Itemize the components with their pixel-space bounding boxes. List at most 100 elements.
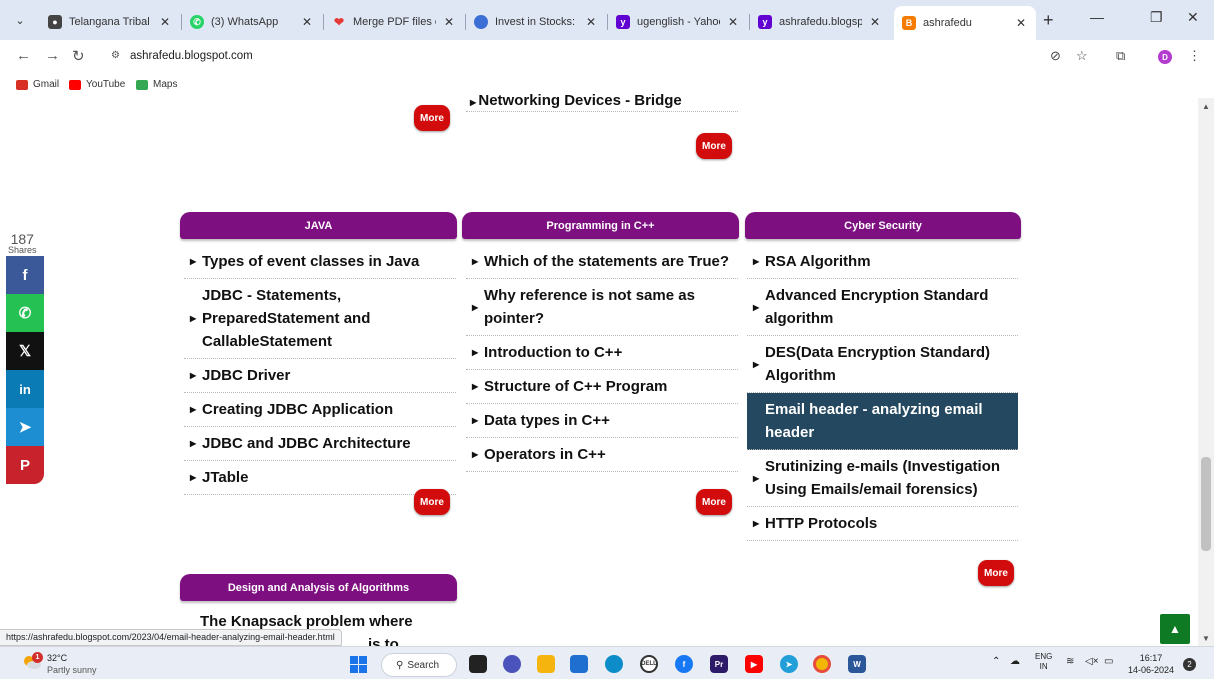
list-item[interactable]: ▶ Why reference is not same as pointer? (466, 279, 738, 336)
post-title[interactable]: Advanced Encryption Standard algorithm (765, 284, 1016, 330)
forward-arrow-icon[interactable]: → (45, 47, 60, 64)
more-button[interactable]: More (414, 489, 450, 515)
x-share-button[interactable]: 𝕏 (6, 332, 44, 370)
task-view-icon[interactable] (469, 655, 487, 673)
restore-icon[interactable]: ❐ (1150, 9, 1163, 26)
close-window-icon[interactable]: ✕ (1187, 9, 1199, 26)
post-title[interactable]: Operators in C++ (484, 443, 736, 466)
page-scrollbar[interactable]: ▲ ▼ (1198, 98, 1214, 646)
eye-off-icon[interactable]: ⊘ (1050, 48, 1061, 64)
back-to-top-button[interactable]: ▲ (1160, 614, 1190, 644)
edge-icon[interactable] (605, 655, 623, 673)
tab-5[interactable]: y ashrafedu.blogspot ✕ (750, 8, 890, 36)
scroll-up-arrow-icon[interactable]: ▲ (1202, 102, 1210, 111)
post-title[interactable]: Networking Devices - Bridge (478, 92, 681, 109)
list-item[interactable]: ▶ JDBC Driver (184, 359, 456, 393)
post-title[interactable]: Email header - analyzing email header (765, 398, 1016, 444)
omnibox[interactable]: ⚙ ashrafedu.blogspot.com (100, 45, 1035, 69)
list-item[interactable]: ▶ Data types in C++ (466, 404, 738, 438)
taskbar-search[interactable]: ⚲ Search (381, 653, 457, 677)
scrollbar-thumb[interactable] (1201, 457, 1211, 551)
tab-close-icon[interactable]: ✕ (158, 15, 172, 29)
taskbar-clock[interactable]: 16:17 14-06-2024 (1128, 652, 1174, 676)
bookmark-star-icon[interactable]: ☆ (1076, 48, 1088, 64)
post-title[interactable]: Which of the statements are True? (484, 250, 736, 273)
tab-3[interactable]: Invest in Stocks: Expl ✕ (466, 8, 606, 36)
language-indicator[interactable]: ENG IN (1035, 652, 1052, 672)
battery-icon[interactable]: ▭ (1104, 656, 1113, 667)
bookmark-gmail[interactable]: Gmail (16, 79, 59, 90)
list-item[interactable]: ▶ JDBC and JDBC Architecture (184, 427, 456, 461)
list-item-hovered[interactable]: ▶ Email header - analyzing email header (747, 393, 1018, 450)
bookmark-youtube[interactable]: YouTube (69, 79, 125, 90)
extensions-icon[interactable]: ⧉ (1116, 48, 1125, 64)
site-info-icon[interactable]: ⚙ (111, 50, 120, 61)
list-item[interactable]: ▶ Srutinizing e-mails (Investigation Usin… (747, 450, 1018, 507)
post-title[interactable]: RSA Algorithm (765, 250, 1016, 273)
post-title[interactable]: Why reference is not same as pointer? (484, 284, 736, 330)
scroll-down-arrow-icon[interactable]: ▼ (1202, 634, 1210, 643)
new-tab-plus-icon[interactable]: + (1043, 10, 1054, 31)
post-title[interactable]: DES(Data Encryption Standard) Algorithm (765, 341, 1016, 387)
list-item[interactable]: ▶ Creating JDBC Application (184, 393, 456, 427)
chrome-icon[interactable] (813, 655, 831, 673)
post-title[interactable]: Creating JDBC Application (202, 398, 454, 421)
post-title[interactable]: Types of event classes in Java (202, 250, 454, 273)
tab-0[interactable]: ● Telangana Tribal Wel ✕ (40, 8, 180, 36)
post-title[interactable]: JDBC - Statements, PreparedStatement and… (202, 284, 454, 353)
tab-close-icon[interactable]: ✕ (442, 15, 456, 29)
post-title[interactable]: JDBC Driver (202, 364, 454, 387)
weather-widget[interactable]: 32°C Partly sunny (47, 652, 97, 676)
post-title[interactable]: Data types in C++ (484, 409, 736, 432)
telegram-share-button[interactable]: ➤ (6, 408, 44, 446)
more-button[interactable]: More (414, 105, 450, 131)
pinterest-share-button[interactable]: P (6, 446, 44, 484)
more-button[interactable]: More (978, 560, 1014, 586)
post-title[interactable]: HTTP Protocols (765, 512, 1016, 535)
list-item[interactable]: ▶ HTTP Protocols (747, 507, 1018, 541)
facebook-share-button[interactable]: f (6, 256, 44, 294)
menu-kebab-icon[interactable]: ⋮ (1188, 48, 1201, 64)
whatsapp-share-button[interactable]: ✆ (6, 294, 44, 332)
url-text[interactable]: ashrafedu.blogspot.com (130, 50, 253, 62)
post-title[interactable]: JTable (202, 466, 454, 489)
bookmark-maps[interactable]: Maps (136, 79, 177, 90)
premiere-icon[interactable]: Pr (710, 655, 728, 673)
list-item[interactable]: ▶ Advanced Encryption Standard algorithm (747, 279, 1018, 336)
tab-close-icon[interactable]: ✕ (868, 15, 882, 29)
notification-badge[interactable]: 2 (1183, 658, 1196, 671)
list-item[interactable]: ▶ Types of event classes in Java (184, 245, 456, 279)
list-item[interactable]: ▶ DES(Data Encryption Standard) Algorithm (747, 336, 1018, 393)
partial-post-item[interactable]: ▶ Networking Devices - Bridge (466, 92, 738, 112)
youtube-app-icon[interactable]: ▶ (745, 655, 763, 673)
tab-2[interactable]: ❤ Merge PDF files onlin ✕ (324, 8, 464, 36)
tab-search-chevron-icon[interactable]: ⌄ (8, 8, 32, 32)
more-button[interactable]: More (696, 489, 732, 515)
telegram-app-icon[interactable]: ➤ (780, 655, 798, 673)
facebook-app-icon[interactable]: f (675, 655, 693, 673)
file-explorer-icon[interactable] (537, 655, 555, 673)
dell-icon[interactable]: DELL (640, 655, 658, 673)
more-button[interactable]: More (696, 133, 732, 159)
tab-1[interactable]: ✆ (3) WhatsApp ✕ (182, 8, 322, 36)
volume-muted-icon[interactable]: ◁× (1085, 656, 1099, 667)
windows-start-icon[interactable] (350, 656, 367, 673)
list-item[interactable]: ▶ Introduction to C++ (466, 336, 738, 370)
post-title[interactable]: Srutinizing e-mails (Investigation Using… (765, 455, 1016, 501)
tab-close-icon[interactable]: ✕ (1014, 16, 1028, 30)
profile-avatar[interactable]: D (1158, 50, 1172, 64)
list-item[interactable]: ▶ RSA Algorithm (747, 245, 1018, 279)
back-arrow-icon[interactable]: ← (16, 47, 31, 64)
tab-close-icon[interactable]: ✕ (726, 15, 740, 29)
post-title[interactable]: Introduction to C++ (484, 341, 736, 364)
list-item[interactable]: ▶ JDBC - Statements, PreparedStatement an… (184, 279, 456, 359)
teams-chat-icon[interactable] (503, 655, 521, 673)
list-item[interactable]: ▶ Which of the statements are True? (466, 245, 738, 279)
post-title[interactable]: Structure of C++ Program (484, 375, 736, 398)
minimize-icon[interactable]: — (1090, 9, 1104, 25)
tray-overflow-chevron-icon[interactable]: ⌃ (992, 656, 1000, 667)
list-item[interactable]: ▶ Operators in C++ (466, 438, 738, 472)
wifi-icon[interactable]: ≋ (1066, 656, 1074, 667)
onedrive-cloud-icon[interactable]: ☁ (1010, 656, 1020, 667)
post-title[interactable]: JDBC and JDBC Architecture (202, 432, 454, 455)
